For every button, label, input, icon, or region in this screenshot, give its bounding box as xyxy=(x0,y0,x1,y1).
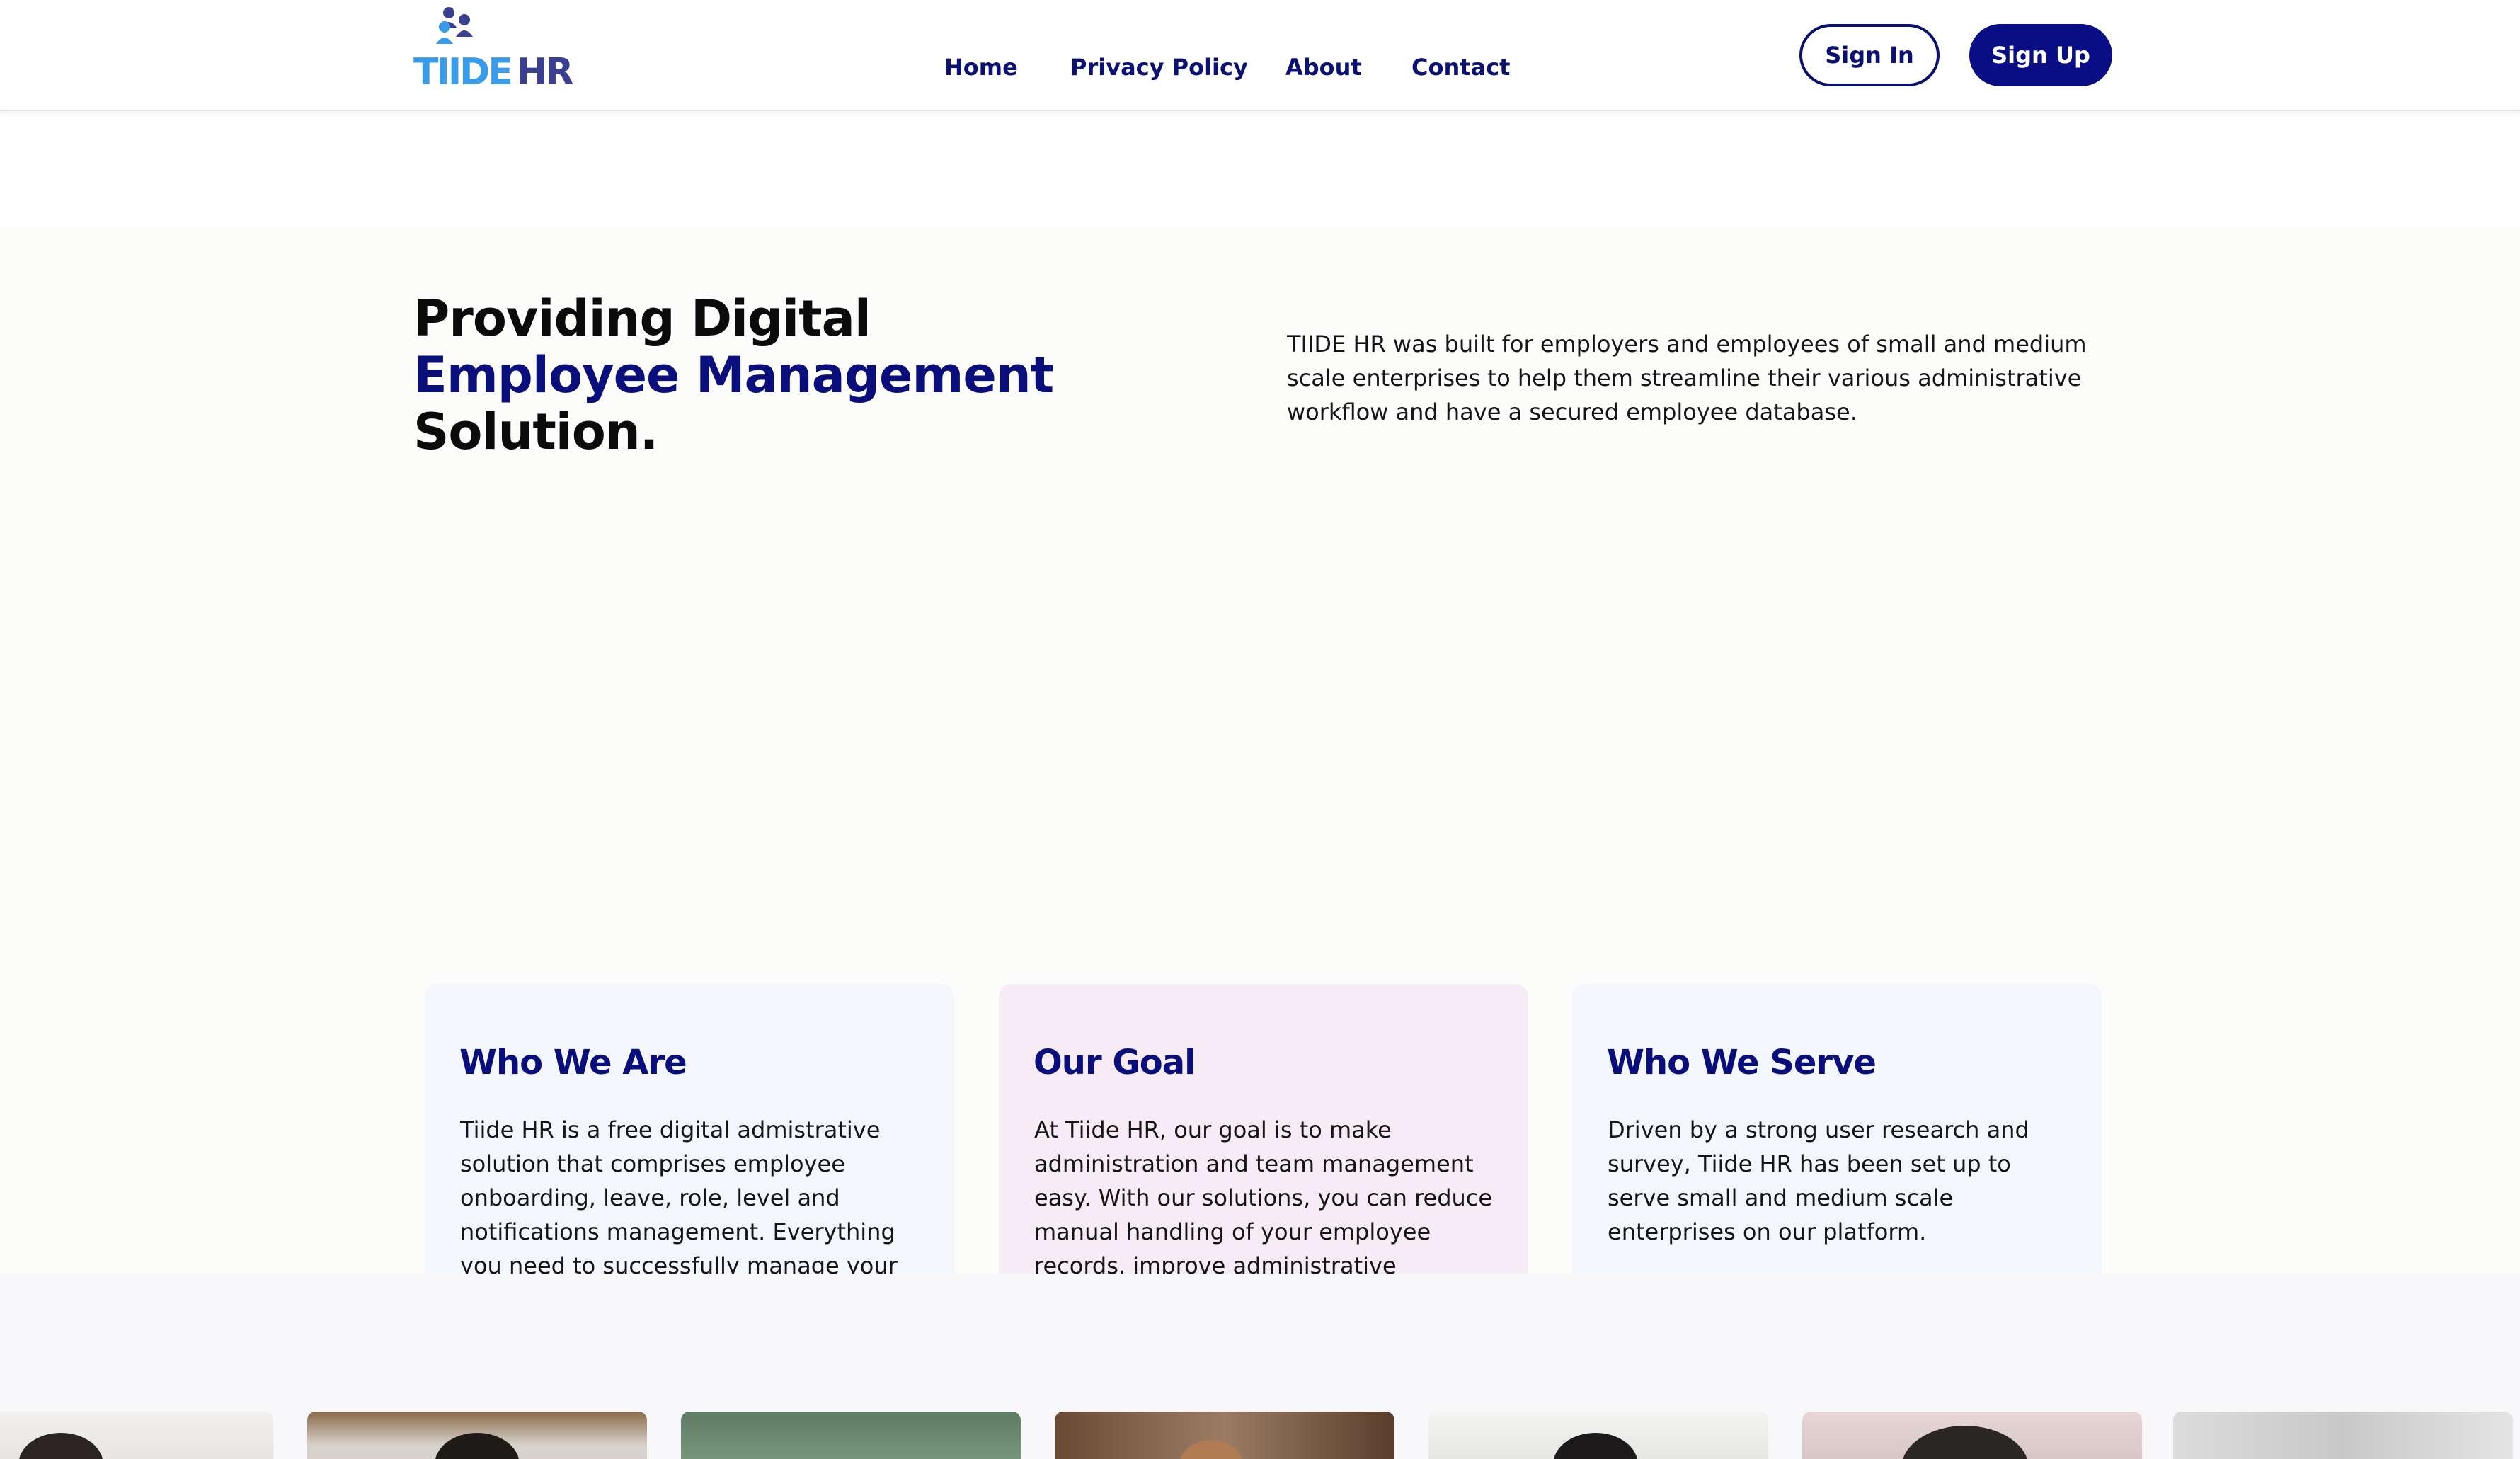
sign-up-button[interactable]: Sign Up xyxy=(1969,24,2112,86)
team-photo-5 xyxy=(1428,1412,1768,1459)
nav-about[interactable]: About xyxy=(1285,54,1362,81)
hero-section: Providing Digital Employee Management So… xyxy=(0,227,2520,1389)
card-title: Our Goal xyxy=(1033,1043,1196,1082)
card-body: Driven by a strong user research and sur… xyxy=(1608,1116,2029,1245)
people-icon xyxy=(436,7,473,44)
hero-title-line1: Providing Digital xyxy=(413,290,871,348)
team-photo-2 xyxy=(307,1412,647,1459)
site-header: TIIDE HR Home Privacy Policy About Contac… xyxy=(0,0,2520,111)
nav-contact[interactable]: Contact xyxy=(1411,54,1510,81)
hero-title-line2: Employee Management xyxy=(413,346,1054,404)
nav-privacy-policy[interactable]: Privacy Policy xyxy=(1070,54,1248,81)
team-photo-7 xyxy=(2173,1412,2513,1459)
logo-brand: TIIDE xyxy=(413,51,513,93)
team-photo-4 xyxy=(1055,1412,1394,1459)
hero-description: TIIDE HR was built for employers and emp… xyxy=(1287,331,2087,425)
card-title: Who We Are xyxy=(459,1043,687,1082)
team-photo-1 xyxy=(0,1412,273,1459)
logo-wordmark: TIIDE HR xyxy=(413,51,574,93)
sign-in-button[interactable]: Sign In xyxy=(1799,24,1940,86)
team-photo-6 xyxy=(1802,1412,2142,1459)
team-photo-3 xyxy=(681,1412,1021,1459)
tiide-hr-logo[interactable]: TIIDE HR xyxy=(413,6,576,93)
hero-title-line3: Solution. xyxy=(413,403,658,461)
logo-suffix: HR xyxy=(516,51,574,93)
card-title: Who We Serve xyxy=(1607,1043,1877,1082)
hero-title: Providing Digital Employee Management So… xyxy=(413,290,1121,460)
team-section xyxy=(0,1274,2520,1459)
nav-home[interactable]: Home xyxy=(944,54,1018,81)
